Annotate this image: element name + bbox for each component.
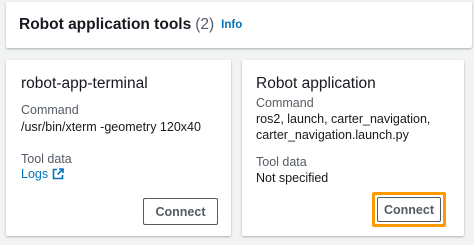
tool-card-robot-application: Robot application Command ros2, launch, …	[242, 60, 464, 236]
info-link[interactable]: Info	[221, 19, 242, 31]
tool-data-value: Not specified	[256, 171, 329, 185]
command-value-line-2: carter_navigation.launch.py	[256, 128, 409, 142]
tool-data-label: Tool data	[256, 155, 307, 169]
connect-button[interactable]: Connect	[377, 197, 441, 222]
card-title: robot-app-terminal	[21, 75, 148, 92]
connect-button[interactable]: Connect	[143, 198, 218, 225]
tool-count: (2)	[195, 16, 215, 33]
tool-data-label: Tool data	[21, 152, 72, 166]
logs-link[interactable]: Logs	[21, 167, 64, 181]
panel-title: Robot application tools	[19, 16, 192, 33]
card-title: Robot application	[256, 75, 376, 92]
external-link-icon	[52, 168, 64, 180]
command-value-line-1: ros2, launch, carter_navigation,	[256, 112, 431, 126]
command-label: Command	[21, 103, 79, 117]
command-label: Command	[256, 96, 314, 110]
logs-link-label: Logs	[21, 167, 49, 181]
command-value: /usr/bin/xterm -geometry 120x40	[21, 120, 201, 134]
tool-card-robot-app-terminal: robot-app-terminal Command /usr/bin/xter…	[6, 60, 231, 236]
tools-panel-header: Robot application tools (2) Info	[6, 2, 472, 48]
